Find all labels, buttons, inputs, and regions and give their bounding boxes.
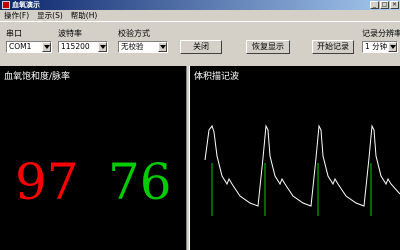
chevron-down-icon xyxy=(160,45,166,49)
menu-bar: 操作(F) 显示(S) 帮助(H) xyxy=(0,10,400,22)
close-window-button[interactable]: × xyxy=(390,1,399,9)
pulse-rate-value: 76 xyxy=(108,153,172,211)
menu-help[interactable]: 帮助(H) xyxy=(67,10,102,21)
port-dropdown-arrow[interactable] xyxy=(42,42,51,52)
baud-label: 波特率 xyxy=(58,29,82,38)
minimize-button[interactable]: _ xyxy=(370,1,379,9)
record-freq-label: 记录分辨率 xyxy=(362,29,400,38)
parity-label: 校验方式 xyxy=(118,29,150,38)
chevron-down-icon xyxy=(44,45,50,49)
toolbar: 串口 COM1 波特率 115200 校验方式 无校验 关闭 恢复显示 开始记录… xyxy=(0,22,400,62)
spo2-panel-title: 血氧饱和度/脉率 xyxy=(4,72,71,82)
parity-dropdown-arrow[interactable] xyxy=(158,42,167,52)
baud-value: 115200 xyxy=(61,42,90,51)
plethysmograph-waveform xyxy=(204,124,400,216)
port-label: 串口 xyxy=(6,29,22,38)
restore-display-button[interactable]: 恢复显示 xyxy=(246,40,290,54)
maximize-button[interactable]: □ xyxy=(380,1,389,9)
menu-display[interactable]: 显示(S) xyxy=(33,10,67,21)
window-title: 血氧演示 xyxy=(12,1,40,9)
close-port-button[interactable]: 关闭 xyxy=(180,40,222,54)
port-select[interactable]: COM1 xyxy=(6,41,52,53)
baud-dropdown-arrow[interactable] xyxy=(98,42,107,52)
port-value: COM1 xyxy=(9,42,32,51)
app-icon xyxy=(2,1,10,9)
start-record-button[interactable]: 开始记录 xyxy=(312,40,354,54)
baud-select[interactable]: 115200 xyxy=(58,41,108,53)
menu-operation[interactable]: 操作(F) xyxy=(0,10,33,21)
record-freq-select[interactable]: 1 分钟 xyxy=(362,41,398,53)
title-bar: 血氧演示 _ □ × xyxy=(0,0,400,10)
spo2-panel: 血氧饱和度/脉率 97 76 xyxy=(0,66,186,250)
spo2-value: 97 xyxy=(15,153,79,211)
parity-value: 无校验 xyxy=(121,42,144,51)
record-freq-value: 1 分钟 xyxy=(365,42,388,51)
chevron-down-icon xyxy=(100,45,106,49)
parity-select[interactable]: 无校验 xyxy=(118,41,168,53)
record-freq-dropdown-arrow[interactable] xyxy=(388,42,397,52)
waveform-panel: 体积描记波 xyxy=(190,66,400,250)
chevron-down-icon xyxy=(390,45,396,49)
